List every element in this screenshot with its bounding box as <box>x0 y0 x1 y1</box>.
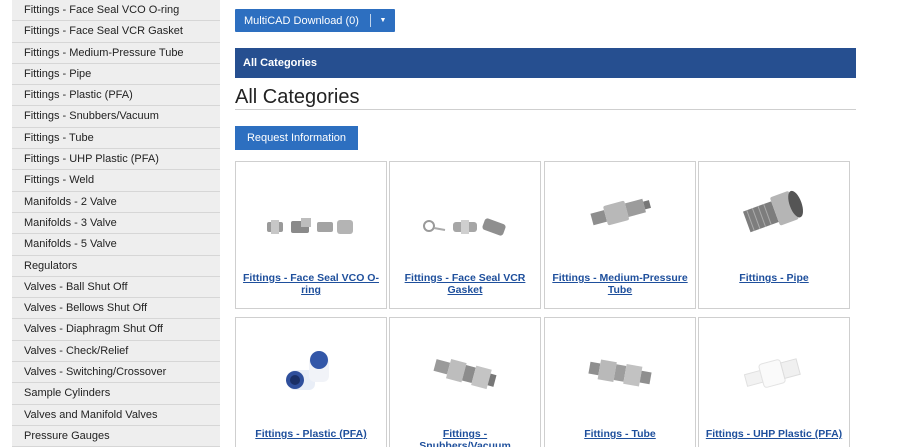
sidebar-item-bellows-valves[interactable]: Valves - Bellows Shut Off <box>12 298 220 320</box>
product-name[interactable]: Fittings - Face Seal VCR Gasket <box>396 272 534 296</box>
product-card[interactable]: Fittings - Tube <box>544 317 696 447</box>
sidebar-item-weld[interactable]: Fittings - Weld <box>12 170 220 192</box>
sidebar-item-manifold-valves[interactable]: Valves and Manifold Valves <box>12 405 220 426</box>
sidebar-item-medium-pressure[interactable]: Fittings - Medium-Pressure Tube <box>12 43 220 64</box>
product-card[interactable]: Fittings - Pipe <box>698 161 850 309</box>
sidebar: Fittings - Face Seal VCO O-ring Fittings… <box>12 0 220 447</box>
product-card[interactable]: Fittings - Snubbers/Vacuum <box>389 317 541 447</box>
sidebar-item-manifolds-2[interactable]: Manifolds - 2 Valve <box>12 192 220 213</box>
product-name[interactable]: Fittings - UHP Plastic (PFA) <box>705 428 843 440</box>
sidebar-item-uhp-plastic[interactable]: Fittings - UHP Plastic (PFA) <box>12 149 220 171</box>
main-content: MultiCAD Download (0) ▼ All Categories A… <box>235 0 856 447</box>
sidebar-item-regulators[interactable]: Regulators <box>12 256 220 277</box>
medium-pressure-fitting-icon[interactable] <box>545 182 695 272</box>
page-title: All Categories <box>235 86 360 108</box>
multicad-download-label: MultiCAD Download (0) <box>244 14 359 27</box>
multicad-download-button[interactable]: MultiCAD Download (0) ▼ <box>235 9 395 32</box>
product-name[interactable]: Fittings - Plastic (PFA) <box>242 428 380 440</box>
category-header-bar: All Categories <box>235 48 856 78</box>
sidebar-item-switching-valves[interactable]: Valves - Switching/Crossover <box>12 362 220 384</box>
tube-union-icon[interactable] <box>545 338 695 428</box>
product-name[interactable]: Fittings - Snubbers/Vacuum <box>396 428 534 447</box>
title-divider <box>235 109 856 110</box>
product-card[interactable]: Fittings - Plastic (PFA) <box>235 317 387 447</box>
sidebar-item-plastic[interactable]: Fittings - Plastic (PFA) <box>12 85 220 107</box>
request-information-button[interactable]: Request Information <box>235 126 358 150</box>
sidebar-item-pipe[interactable]: Fittings - Pipe <box>12 64 220 86</box>
plastic-elbow-icon[interactable] <box>236 338 386 428</box>
sidebar-item-manifolds-3[interactable]: Manifolds - 3 Valve <box>12 213 220 235</box>
product-name[interactable]: Fittings - Pipe <box>705 272 843 284</box>
chevron-down-icon[interactable]: ▼ <box>371 17 395 24</box>
pipe-fitting-icon[interactable] <box>699 182 849 272</box>
product-card[interactable]: Fittings - UHP Plastic (PFA) <box>698 317 850 447</box>
uhp-plastic-fitting-icon[interactable] <box>699 338 849 428</box>
sidebar-item-vco[interactable]: Fittings - Face Seal VCO O-ring <box>12 0 220 22</box>
sidebar-item-ball-valves[interactable]: Valves - Ball Shut Off <box>12 277 220 299</box>
product-name[interactable]: Fittings - Medium-Pressure Tube <box>551 272 689 296</box>
sidebar-item-vcr[interactable]: Fittings - Face Seal VCR Gasket <box>12 21 220 43</box>
sidebar-item-tube[interactable]: Fittings - Tube <box>12 128 220 150</box>
sidebar-item-snubbers[interactable]: Fittings - Snubbers/Vacuum <box>12 106 220 128</box>
product-name[interactable]: Fittings - Tube <box>551 428 689 440</box>
sidebar-item-manifolds-5[interactable]: Manifolds - 5 Valve <box>12 234 220 256</box>
vcr-fittings-icon[interactable] <box>390 182 540 272</box>
sidebar-item-sample-cylinders[interactable]: Sample Cylinders <box>12 383 220 405</box>
sidebar-item-pressure-gauges[interactable]: Pressure Gauges <box>12 426 220 447</box>
product-card[interactable]: Fittings - Face Seal VCO O-ring <box>235 161 387 309</box>
sidebar-item-diaphragm-valves[interactable]: Valves - Diaphragm Shut Off <box>12 319 220 341</box>
product-card[interactable]: Fittings - Medium-Pressure Tube <box>544 161 696 309</box>
vco-fittings-icon[interactable] <box>236 182 386 272</box>
product-name[interactable]: Fittings - Face Seal VCO O-ring <box>242 272 380 296</box>
product-card[interactable]: Fittings - Face Seal VCR Gasket <box>389 161 541 309</box>
sidebar-item-check-valves[interactable]: Valves - Check/Relief <box>12 341 220 363</box>
snubber-fitting-icon[interactable] <box>390 338 540 428</box>
